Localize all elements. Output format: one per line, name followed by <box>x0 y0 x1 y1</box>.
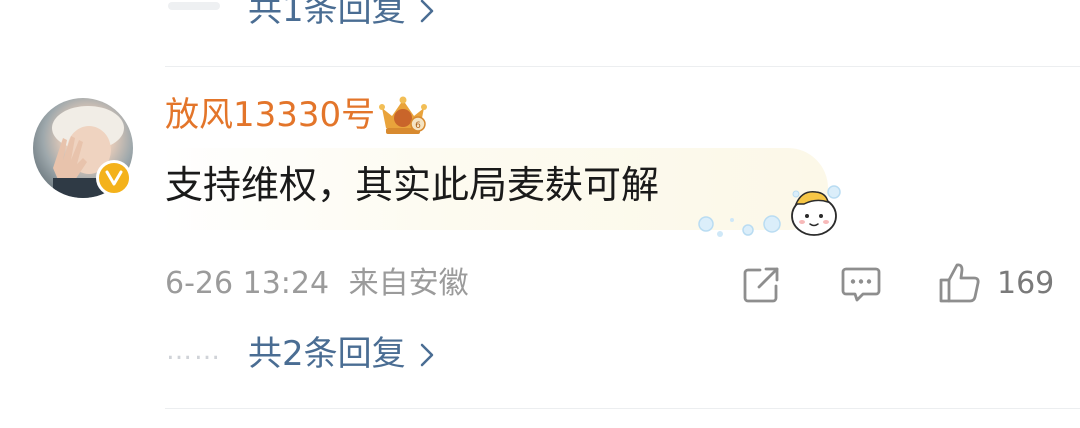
cartoon-sticker-icon <box>791 191 837 236</box>
thumbs-up-icon <box>939 263 980 303</box>
comment-meta: 6-26 13:24 来自安徽 <box>165 264 469 304</box>
chevron-right-icon <box>420 0 434 32</box>
comment-button[interactable] <box>841 266 881 304</box>
previous-reply-dots <box>168 2 220 10</box>
chevron-right-icon <box>420 336 434 376</box>
share-button[interactable] <box>742 266 780 304</box>
like-count: 169 <box>997 266 1055 301</box>
previous-reply-link[interactable]: 共1条回复 <box>248 0 434 32</box>
username[interactable]: 放风13330号 <box>165 92 375 138</box>
reply-dots: …… <box>166 336 222 366</box>
like-button[interactable] <box>938 262 982 304</box>
bottom-divider <box>165 408 1080 409</box>
reply-link-label: 共2条回复 <box>248 334 406 374</box>
comment-icon <box>841 267 881 302</box>
previous-reply-link-label: 共1条回复 <box>248 0 406 30</box>
timestamp: 6-26 13:24 <box>165 266 330 301</box>
verified-badge-icon <box>96 160 132 196</box>
svg-text:6: 6 <box>415 121 421 131</box>
crown-rank-badge-icon: 6 <box>378 94 428 138</box>
reply-link[interactable]: 共2条回复 <box>248 334 434 376</box>
share-icon <box>743 267 779 303</box>
comment-text: 支持维权，其实此局麦麸可解 <box>165 163 660 207</box>
top-divider <box>165 66 1080 67</box>
location: 来自安徽 <box>348 266 469 301</box>
